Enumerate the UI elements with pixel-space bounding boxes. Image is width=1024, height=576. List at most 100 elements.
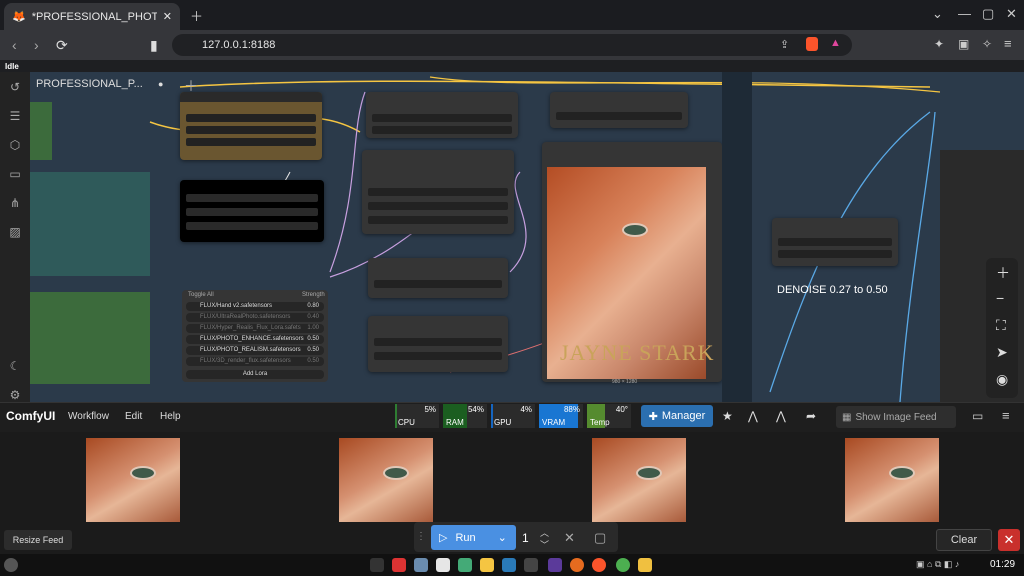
terminal-icon[interactable] bbox=[370, 558, 384, 572]
brave-shield-icon[interactable] bbox=[806, 37, 818, 51]
lora-row[interactable]: FLUX/PHOTO_REALISM.safetensors 0.50 bbox=[186, 346, 324, 355]
feed-thumbnail[interactable] bbox=[339, 438, 433, 522]
leo-icon[interactable]: ✧ bbox=[982, 37, 992, 51]
chrome-icon[interactable] bbox=[616, 558, 630, 572]
image-icon[interactable]: ▨ bbox=[8, 225, 22, 239]
menu-help[interactable]: Help bbox=[160, 411, 181, 422]
zoom-out-icon[interactable]: − bbox=[996, 290, 1004, 306]
lora-strength[interactable]: 0.50 bbox=[307, 335, 319, 344]
count-down-icon[interactable]: ﹀ bbox=[540, 538, 549, 551]
feed-thumbnail[interactable] bbox=[592, 438, 686, 522]
node-mid[interactable] bbox=[362, 150, 514, 234]
node-top-mid[interactable] bbox=[366, 92, 518, 138]
cancel-icon[interactable]: ✕ bbox=[564, 530, 575, 546]
node-top-right[interactable] bbox=[550, 92, 688, 128]
lora-row[interactable]: FLUX/3D_render_flux.safetensors 0.50 bbox=[186, 357, 324, 366]
node-small-b[interactable] bbox=[368, 316, 508, 372]
firefox-icon[interactable] bbox=[570, 558, 584, 572]
cube-icon[interactable]: ⬡ bbox=[8, 138, 22, 152]
wallet-icon[interactable]: ▣ bbox=[958, 37, 969, 51]
star-icon[interactable]: ★ bbox=[722, 409, 733, 423]
share-arrow-icon[interactable]: ➦ bbox=[806, 409, 816, 423]
lora-row[interactable]: FLUX/Hyper_Realis_Flux_Lora.safets 1.00 bbox=[186, 324, 324, 333]
os-menu-icon[interactable] bbox=[4, 558, 18, 572]
hamburger-icon[interactable]: ≡ bbox=[1002, 408, 1010, 423]
browser-tab[interactable]: 🦊 *PROFESSIONAL_PHOTOG ✕ bbox=[4, 3, 180, 30]
files-icon[interactable] bbox=[638, 558, 652, 572]
back-icon[interactable]: ‹ bbox=[12, 37, 17, 53]
node-link-alt-icon[interactable]: ⋀ bbox=[776, 409, 786, 423]
node-brown[interactable] bbox=[180, 92, 322, 160]
clear-label: Clear bbox=[950, 534, 978, 546]
node-link-icon[interactable]: ⋀ bbox=[748, 409, 758, 423]
run-button[interactable]: ▷ Run ⌄ bbox=[431, 525, 516, 550]
lora-row[interactable]: FLUX/UltraRealPhoto.safetensors 0.40 bbox=[186, 313, 324, 322]
bottom-panel-icon[interactable]: ▭ bbox=[972, 409, 983, 423]
fit-view-icon[interactable]: ⛶ bbox=[996, 317, 1006, 334]
theme-moon-icon[interactable]: ☾ bbox=[8, 359, 22, 373]
minimize-icon[interactable]: — bbox=[958, 6, 971, 21]
resize-feed-button[interactable]: Resize Feed bbox=[4, 530, 72, 550]
node-right[interactable] bbox=[772, 218, 898, 266]
reload-icon[interactable]: ⟳ bbox=[56, 37, 68, 54]
app-icon-c[interactable] bbox=[548, 558, 562, 572]
app-icon[interactable] bbox=[414, 558, 428, 572]
node-canvas[interactable] bbox=[30, 72, 1024, 402]
node-library-icon[interactable]: ⋔ bbox=[8, 196, 22, 210]
menu-icon[interactable]: ≡ bbox=[1004, 36, 1012, 51]
extensions-icon[interactable]: ✦ bbox=[934, 37, 944, 51]
youtube-icon[interactable] bbox=[392, 558, 406, 572]
zoom-in-icon[interactable]: ＋ bbox=[996, 263, 1010, 283]
feed-thumbnail[interactable] bbox=[86, 438, 180, 522]
share-icon[interactable]: ⇪ bbox=[780, 38, 789, 51]
lora-row[interactable]: FLUX/Hand v2.safetensors 0.80 bbox=[186, 302, 324, 311]
new-tab-icon[interactable]: ＋ bbox=[190, 6, 203, 25]
node-black[interactable] bbox=[180, 180, 324, 242]
manager-button[interactable]: ✚ Manager bbox=[641, 405, 713, 427]
add-workflow-icon[interactable]: ＋ bbox=[184, 76, 198, 96]
lora-strength[interactable]: 0.50 bbox=[307, 346, 319, 355]
folder-icon[interactable]: ▭ bbox=[8, 167, 22, 181]
menu-workflow[interactable]: Workflow bbox=[68, 411, 109, 422]
vscode-icon[interactable] bbox=[502, 558, 516, 572]
add-lora-button[interactable]: Add Lora bbox=[186, 370, 324, 379]
maximize-icon[interactable]: ▢ bbox=[982, 6, 994, 22]
lora-strength[interactable]: 0.80 bbox=[307, 302, 319, 311]
settings-gear-icon[interactable]: ⚙ bbox=[8, 388, 22, 402]
show-image-feed-button[interactable]: ▦ Show Image Feed bbox=[836, 406, 956, 428]
toggle-links-eye-icon[interactable]: ◉ bbox=[996, 371, 1008, 388]
bookmark-icon[interactable]: ▮ bbox=[150, 37, 158, 54]
menu-edit[interactable]: Edit bbox=[125, 411, 142, 422]
lora-strength[interactable]: 0.40 bbox=[307, 313, 319, 322]
close-window-icon[interactable]: ✕ bbox=[1006, 6, 1017, 22]
node-small-a[interactable] bbox=[368, 258, 508, 298]
tab-close-icon[interactable]: ✕ bbox=[163, 10, 172, 23]
clear-button[interactable]: Clear bbox=[936, 529, 992, 551]
sheets-icon[interactable] bbox=[458, 558, 472, 572]
app-icon-b[interactable] bbox=[524, 558, 538, 572]
queue-icon[interactable]: ☰ bbox=[8, 109, 22, 123]
brave-rewards-icon[interactable]: ▲ bbox=[830, 37, 841, 49]
docs-icon[interactable] bbox=[436, 558, 450, 572]
lora-strength[interactable]: 0.50 bbox=[307, 357, 319, 366]
history-icon[interactable]: ↺ bbox=[8, 80, 22, 94]
brave-icon[interactable] bbox=[592, 558, 606, 572]
clock: 01:29 bbox=[990, 559, 1016, 570]
close-feed-icon[interactable]: ✕ bbox=[998, 529, 1020, 551]
drag-handle-icon[interactable]: ⋮ bbox=[416, 531, 426, 542]
tab-search-icon[interactable]: ⌄ bbox=[932, 6, 943, 22]
notes-icon[interactable] bbox=[480, 558, 494, 572]
batch-count-input[interactable]: 1 bbox=[522, 531, 529, 545]
lora-row[interactable]: FLUX/PHOTO_ENHANCE.safetensors 0.50 bbox=[186, 335, 324, 344]
url-field[interactable]: 127.0.0.1:8188 bbox=[172, 34, 852, 56]
feed-thumbnail[interactable] bbox=[845, 438, 939, 522]
forward-icon[interactable]: › bbox=[34, 37, 39, 53]
lora-loader-node[interactable]: Toggle All Strength FLUX/Hand v2.safeten… bbox=[182, 290, 328, 382]
stop-icon[interactable]: ▢ bbox=[594, 530, 606, 546]
select-mode-icon[interactable]: ➤ bbox=[996, 344, 1008, 361]
toggle-all-label[interactable]: Toggle All bbox=[188, 292, 214, 298]
lora-strength[interactable]: 1.00 bbox=[307, 324, 319, 333]
workflow-title[interactable]: PROFESSIONAL_P... bbox=[36, 78, 143, 90]
run-dropdown-icon[interactable]: ⌄ bbox=[498, 531, 507, 544]
tray-icons[interactable]: ▣ ⌂ ⧉ ◧ ♪ bbox=[916, 559, 959, 570]
